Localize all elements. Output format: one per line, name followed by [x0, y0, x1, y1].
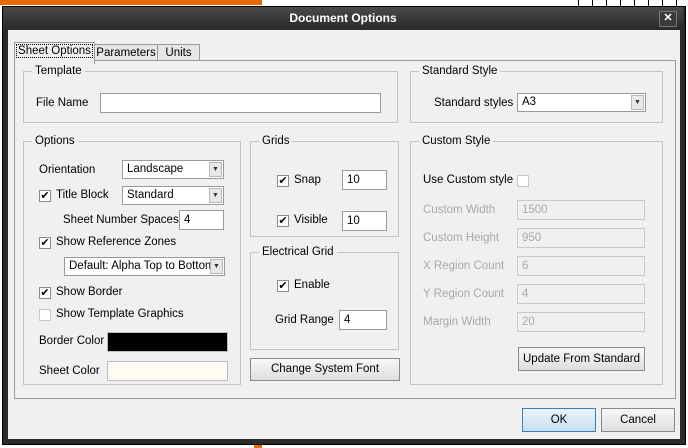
electrical-grid-group-label: Electrical Grid [262, 246, 334, 258]
custom-width-label: Custom Width [423, 204, 496, 216]
options-group-label: Options [35, 135, 75, 147]
reference-zones-select[interactable]: Default: Alpha Top to Bottom, ▼ [64, 257, 225, 276]
background-accent [0, 0, 262, 5]
orientation-value: Landscape [127, 163, 184, 175]
title-block-label: Title Block [56, 189, 109, 201]
show-border-checkbox[interactable]: ✔ [39, 287, 51, 299]
document-options-dialog: Document Options ✕ Sheet Options Paramet… [2, 6, 686, 445]
custom-style-group: Custom Style Use Custom style Custom Wid… [410, 135, 663, 385]
show-border-label: Show Border [56, 286, 123, 298]
visible-label: Visible [294, 214, 328, 226]
x-region-count-label: X Region Count [423, 260, 505, 272]
chevron-down-icon: ▼ [209, 162, 222, 177]
electrical-grid-group: Electrical Grid ✔ Enable Grid Range 4 [250, 246, 399, 350]
template-group: Template File Name [23, 65, 398, 123]
grid-range-input[interactable]: 4 [339, 310, 387, 330]
margin-width-label: Margin Width [423, 316, 491, 328]
update-from-standard-button[interactable]: Update From Standard [518, 347, 645, 371]
title-block-select[interactable]: Standard ▼ [122, 186, 224, 205]
reference-zones-value: Default: Alpha Top to Bottom, [69, 260, 218, 272]
orientation-select[interactable]: Landscape ▼ [122, 160, 224, 179]
show-reference-zones-label: Show Reference Zones [56, 236, 177, 248]
dialog-title: Document Options [289, 11, 397, 25]
close-icon: ✕ [663, 12, 673, 24]
sheet-color-swatch[interactable] [107, 361, 228, 381]
orientation-label: Orientation [39, 164, 96, 176]
custom-height-input[interactable]: 950 [517, 228, 645, 248]
show-template-graphics-checkbox[interactable] [39, 309, 51, 321]
standard-style-group: Standard Style Standard styles A3 ▼ [410, 65, 663, 123]
tab-sheet-options[interactable]: Sheet Options [14, 42, 95, 64]
standard-styles-select[interactable]: A3 ▼ [517, 93, 646, 112]
file-name-label: File Name [36, 97, 89, 109]
y-region-count-label: Y Region Count [423, 288, 504, 300]
snap-input[interactable]: 10 [342, 170, 387, 190]
border-color-swatch[interactable] [107, 332, 228, 352]
border-color-label: Border Color [39, 335, 105, 347]
file-name-input[interactable] [100, 93, 381, 113]
sheet-number-spaces-input[interactable]: 4 [179, 210, 224, 230]
show-template-graphics-label: Show Template Graphics [56, 308, 184, 320]
visible-checkbox[interactable]: ✔ [277, 215, 289, 227]
y-region-count-input[interactable]: 4 [517, 284, 645, 304]
close-button[interactable]: ✕ [659, 11, 677, 27]
standard-styles-label: Standard styles [434, 97, 514, 109]
title-bar: Document Options ✕ [3, 7, 683, 29]
chevron-down-icon: ▼ [210, 259, 223, 274]
visible-input[interactable]: 10 [342, 211, 387, 231]
sheet-options-panel: Template File Name Standard Style Standa… [14, 60, 676, 399]
template-group-label: Template [35, 65, 82, 77]
margin-width-input[interactable]: 20 [517, 312, 645, 332]
standard-styles-value: A3 [522, 96, 537, 108]
grids-group-label: Grids [262, 135, 290, 147]
cancel-button[interactable]: Cancel [601, 408, 675, 432]
sheet-number-spaces-label: Sheet Number Spaces [63, 214, 179, 226]
snap-checkbox[interactable]: ✔ [277, 175, 289, 187]
title-block-value: Standard [127, 189, 174, 201]
x-region-count-input[interactable]: 6 [517, 256, 645, 276]
change-system-font-button[interactable]: Change System Font [250, 358, 400, 381]
standard-style-group-label: Standard Style [422, 65, 498, 77]
custom-style-group-label: Custom Style [422, 135, 491, 147]
custom-height-label: Custom Height [423, 232, 500, 244]
chevron-down-icon: ▼ [209, 188, 222, 203]
show-reference-zones-checkbox[interactable]: ✔ [39, 237, 51, 249]
dialog-client-area: Sheet Options Parameters Units Template … [8, 30, 680, 439]
sheet-color-label: Sheet Color [39, 365, 100, 377]
use-custom-style-checkbox[interactable] [517, 175, 529, 187]
snap-label: Snap [294, 174, 321, 186]
grid-range-label: Grid Range [275, 314, 334, 326]
grids-group: Grids ✔ Snap 10 ✔ Visible 10 [250, 135, 399, 237]
custom-width-input[interactable]: 1500 [517, 200, 645, 220]
enable-label: Enable [294, 279, 330, 291]
enable-checkbox[interactable]: ✔ [277, 280, 289, 292]
title-block-checkbox[interactable]: ✔ [39, 190, 51, 202]
options-group: Options Orientation Landscape ▼ ✔ Title … [23, 135, 241, 385]
use-custom-style-label: Use Custom style [423, 174, 514, 186]
ok-button[interactable]: OK [522, 408, 596, 432]
chevron-down-icon: ▼ [631, 95, 644, 110]
